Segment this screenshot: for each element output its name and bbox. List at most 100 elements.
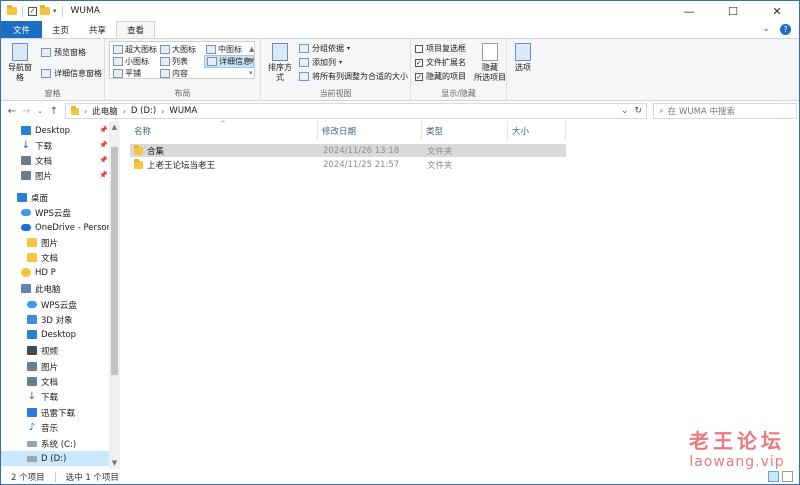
picture-icon xyxy=(21,171,31,180)
folder-icon xyxy=(134,158,143,169)
nav-item-label: D (D:) xyxy=(41,453,67,464)
nav-item-videos[interactable]: 视频 xyxy=(1,343,58,358)
nav-item-this-pc[interactable]: 此电脑 xyxy=(1,281,61,296)
nav-item-documents[interactable]: 文档 xyxy=(1,374,58,389)
nav-item-xunlei-downloads[interactable]: 迅雷下载 xyxy=(1,405,75,420)
nav-item-pictures-quick[interactable]: 图片 xyxy=(1,168,52,183)
help-icon[interactable]: ? xyxy=(780,24,791,35)
refresh-icon[interactable]: ↻ xyxy=(634,104,642,118)
scroll-up-icon[interactable]: ▲ xyxy=(109,123,120,131)
details-pane-button[interactable]: 详细信息窗格 xyxy=(41,68,102,79)
nav-pane-label: 导航窗格 xyxy=(8,63,32,82)
nav-item-label: Desktop xyxy=(41,329,77,340)
nav-item-onedrive[interactable]: OneDrive - Personal xyxy=(1,220,120,235)
fit-columns-button[interactable]: 将所有列调整为合适的大小 xyxy=(299,71,408,82)
tab-share[interactable]: 共享 xyxy=(79,21,116,38)
file-extensions-toggle[interactable]: ✓ 文件扩展名 xyxy=(415,57,466,68)
preview-pane-button[interactable]: 预览窗格 xyxy=(41,47,86,58)
maximize-button[interactable]: ☐ xyxy=(711,1,755,21)
large-icons-view-icon[interactable] xyxy=(782,471,793,482)
scroll-down-icon[interactable]: ▼ xyxy=(109,459,120,467)
file-row[interactable]: 上老王论坛当老王 2024/11/25 21:57 文件夹 xyxy=(130,158,566,171)
file-row[interactable]: 合集 2024/11/26 13:18 文件夹 xyxy=(130,144,566,157)
file-list-pane: ^ 名称 修改日期 类型 大小 合集 2024/11/26 13:18 文件夹 … xyxy=(120,120,799,469)
nav-item-drive-c[interactable]: 系统 (C:) xyxy=(1,436,76,451)
options-group: 选项 xyxy=(507,39,537,101)
pin-icon: 📌 xyxy=(99,141,108,149)
nav-item-3d-objects[interactable]: 3D 对象 xyxy=(1,312,73,327)
forward-icon[interactable]: → xyxy=(19,106,33,117)
tab-home[interactable]: 主页 xyxy=(42,21,79,38)
panes-group-label: 窗格 xyxy=(44,89,61,98)
layout-scroll-arrows[interactable]: ▲ ▼ ▾ xyxy=(249,43,254,79)
breadcrumb-separator-icon[interactable]: › xyxy=(84,107,87,116)
layout-item-label: 列表 xyxy=(172,57,188,66)
nav-item-pc-desktop[interactable]: Desktop xyxy=(1,327,76,342)
hidden-items-toggle[interactable]: ✓ 隐藏的项目 xyxy=(415,71,466,82)
item-checkboxes-toggle[interactable]: 项目复选框 xyxy=(415,43,466,54)
layout-details[interactable]: 详细信息 xyxy=(204,55,254,68)
nav-pane-button[interactable]: 导航窗格 xyxy=(5,43,35,83)
close-button[interactable]: ✕ xyxy=(755,1,799,21)
nav-item-downloads[interactable]: ↓ 下载 xyxy=(1,389,58,404)
layout-extra-large-icons[interactable]: 超大图标 xyxy=(113,44,157,55)
properties-quick-access-icon[interactable]: ✓ xyxy=(28,6,37,16)
nav-item-pc-wps-cloud[interactable]: WPS云盘 xyxy=(1,297,77,312)
column-header-modified[interactable]: 修改日期 xyxy=(318,121,422,141)
new-folder-quick-access-icon[interactable] xyxy=(40,5,50,15)
layout-medium-icons[interactable]: 中图标 xyxy=(206,44,242,55)
breadcrumb-separator-icon[interactable]: › xyxy=(123,107,126,116)
item-checkboxes-checkbox[interactable] xyxy=(415,44,423,53)
group-by-label: 分组依据 xyxy=(312,44,344,53)
layout-small-icons[interactable]: 小图标 xyxy=(113,56,149,67)
nav-item-user-hdp[interactable]: HD P xyxy=(1,265,56,280)
tab-view[interactable]: 查看 xyxy=(116,21,156,38)
hide-selected-label: 隐藏 所选项目 xyxy=(474,63,506,82)
column-header-name[interactable]: 名称 xyxy=(130,121,318,141)
file-extensions-checkbox[interactable]: ✓ xyxy=(415,58,423,67)
nav-item-music[interactable]: ♪ 音乐 xyxy=(1,420,58,435)
options-button[interactable]: 选项 xyxy=(509,43,537,73)
nav-item-wps-cloud[interactable]: WPS云盘 xyxy=(1,205,71,220)
layout-list[interactable]: 列表 xyxy=(160,56,188,67)
address-dropdown-icon[interactable]: ⌄ xyxy=(621,104,629,118)
nav-pane-icon xyxy=(12,43,28,61)
nav-item-pictures[interactable]: 图片 xyxy=(1,359,58,374)
sort-by-button[interactable]: 排序方式 xyxy=(265,43,295,83)
search-box[interactable]: ⌕ 在 WUMA 中搜索 xyxy=(653,103,797,119)
nav-item-documents-quick[interactable]: 文档 xyxy=(1,153,52,168)
navigation-pane: Desktop 📌 ↓ 下载 📌 文档 📌 图片 📌 桌面 WPS云盘 OneDr… xyxy=(1,121,120,469)
nav-item-drive-d[interactable]: D (D:) xyxy=(1,451,109,466)
layout-content[interactable]: 内容 xyxy=(160,68,188,79)
layout-tiles[interactable]: 平铺 xyxy=(113,68,141,79)
nav-item-downloads-quick[interactable]: ↓ 下载 xyxy=(1,138,52,153)
add-columns-button[interactable]: 添加列 ▾ xyxy=(299,57,342,68)
column-header-size[interactable]: 大小 xyxy=(508,121,566,141)
nav-item-desktop-quick[interactable]: Desktop xyxy=(1,123,70,138)
nav-pane-scrollbar[interactable]: ▲ ▼ xyxy=(109,121,120,469)
breadcrumb-separator-icon[interactable]: › xyxy=(161,107,164,116)
address-box[interactable]: › 此电脑 › D (D:) › WUMA ⌄ ↻ xyxy=(65,103,647,119)
hide-selected-button[interactable]: 隐藏 所选项目 xyxy=(473,43,507,83)
breadcrumb-this-pc[interactable]: 此电脑 xyxy=(92,105,118,117)
nav-item-onedrive-documents[interactable]: 文档 xyxy=(1,250,58,265)
details-view-icon[interactable] xyxy=(768,471,779,482)
back-icon[interactable]: ← xyxy=(5,106,19,117)
breadcrumb-drive-d[interactable]: D (D:) xyxy=(131,106,156,116)
nav-item-desktop-root[interactable]: 桌面 xyxy=(1,190,48,205)
tab-file[interactable]: 文件 xyxy=(1,21,43,38)
collapse-ribbon-icon[interactable]: ⌄ xyxy=(762,24,770,35)
scrollbar-thumb[interactable] xyxy=(111,147,118,375)
up-icon[interactable]: ↑ xyxy=(47,106,61,117)
nav-item-onedrive-pictures[interactable]: 图片 xyxy=(1,235,58,250)
show-hide-group: 项目复选框 ✓ 文件扩展名 ✓ 隐藏的项目 隐藏 所选项目 显示/隐藏 xyxy=(411,39,507,101)
customize-quick-access-icon[interactable]: ▾ xyxy=(53,7,57,15)
minimize-button[interactable]: — xyxy=(667,1,711,21)
breadcrumb-wuma[interactable]: WUMA xyxy=(169,106,197,116)
nav-item-label: 视频 xyxy=(41,346,59,357)
hidden-items-checkbox[interactable]: ✓ xyxy=(415,72,423,81)
layout-large-icons[interactable]: 大图标 xyxy=(160,44,196,55)
column-header-type[interactable]: 类型 xyxy=(422,121,508,141)
group-by-button[interactable]: 分组依据 ▾ xyxy=(299,43,350,54)
recent-locations-icon[interactable]: ⌄ xyxy=(33,107,47,115)
